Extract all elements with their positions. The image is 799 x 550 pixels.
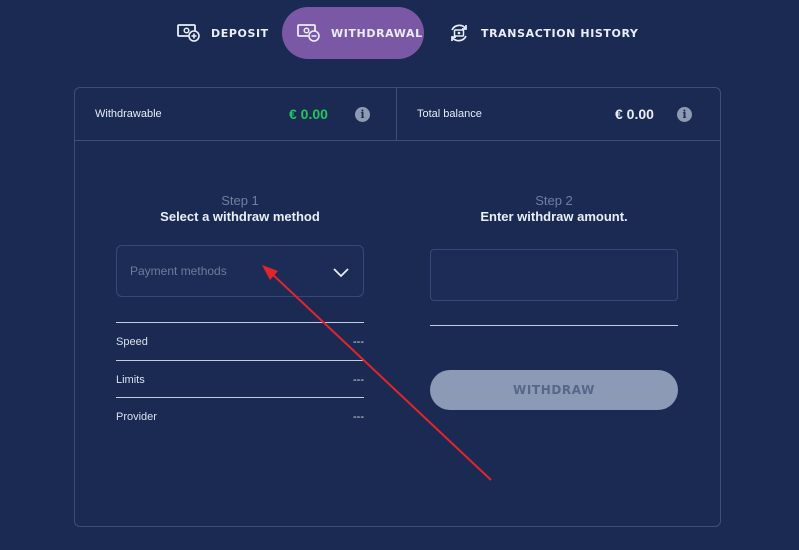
- provider-label: Provider: [116, 411, 157, 423]
- speed-row: Speed ---: [116, 322, 364, 360]
- step1-heading: Step 1 Select a withdraw method: [116, 193, 364, 224]
- tab-transaction-history[interactable]: TRANSACTION HISTORY: [446, 7, 639, 59]
- withdraw-button[interactable]: WITHDRAW: [430, 370, 678, 410]
- step1-title: Select a withdraw method: [160, 209, 320, 224]
- speed-label: Speed: [116, 336, 148, 348]
- info-icon[interactable]: i: [677, 106, 692, 122]
- tab-history-label: TRANSACTION HISTORY: [481, 26, 639, 40]
- limits-label: Limits: [116, 374, 145, 386]
- provider-value: ---: [353, 411, 364, 423]
- step2-number: Step 2: [535, 193, 573, 208]
- amount-underline: [430, 325, 678, 326]
- cash-minus-icon: [296, 22, 322, 44]
- tab-withdrawal-label: WITHDRAWAL: [331, 26, 423, 40]
- limits-value: ---: [353, 374, 364, 386]
- info-icon[interactable]: i: [355, 106, 370, 122]
- cash-plus-icon: [176, 22, 202, 44]
- step2-heading: Step 2 Enter withdraw amount.: [430, 193, 678, 224]
- tab-deposit-label: DEPOSIT: [211, 26, 269, 40]
- withdraw-amount-input[interactable]: [430, 249, 678, 301]
- limits-row: Limits ---: [116, 360, 364, 398]
- chevron-down-icon: [332, 263, 350, 286]
- total-balance-value: € 0.00: [615, 106, 654, 122]
- total-balance-label: Total balance: [417, 108, 482, 120]
- step1-number: Step 1: [221, 193, 259, 208]
- refresh-cash-icon: [446, 22, 472, 44]
- total-balance-cell: Total balance € 0.00 i: [397, 88, 720, 140]
- tab-bar: DEPOSIT WITHDRAWAL TRANSACTION HISTORY: [0, 7, 799, 59]
- step2-title: Enter withdraw amount.: [480, 209, 628, 224]
- payment-method-placeholder: Payment methods: [130, 264, 227, 278]
- tab-withdrawal[interactable]: WITHDRAWAL: [282, 7, 424, 59]
- speed-value: ---: [353, 336, 364, 348]
- payment-method-select[interactable]: Payment methods: [116, 245, 364, 297]
- withdrawable-label: Withdrawable: [95, 108, 162, 120]
- withdrawable-cell: Withdrawable € 0.00 i: [75, 88, 397, 140]
- withdrawal-card: Withdrawable € 0.00 i Total balance € 0.…: [74, 87, 721, 527]
- tab-deposit[interactable]: DEPOSIT: [176, 7, 269, 59]
- balance-bar: Withdrawable € 0.00 i Total balance € 0.…: [75, 88, 720, 141]
- provider-row: Provider ---: [116, 397, 364, 435]
- withdrawable-value: € 0.00: [289, 106, 328, 122]
